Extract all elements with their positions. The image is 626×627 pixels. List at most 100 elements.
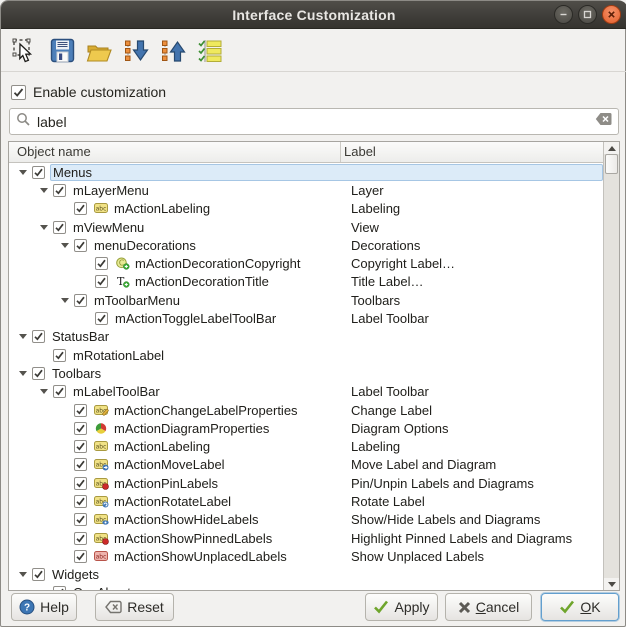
column-header-object-name[interactable]: Object name: [9, 142, 341, 162]
maximize-button[interactable]: [578, 5, 597, 24]
scrollbar-handle[interactable]: [605, 154, 618, 174]
object-name-cell[interactable]: abcmActionShowUnplacedLabels: [92, 548, 291, 565]
tree-row-mActionShowPinnedLabels[interactable]: abcmActionShowPinnedLabelsHighlight Pinn…: [9, 529, 603, 547]
object-name-cell[interactable]: abcmActionShowHideLabels: [92, 511, 263, 528]
tree-row-mActionShowUnplacedLabels[interactable]: abcmActionShowUnplacedLabelsShow Unplace…: [9, 547, 603, 565]
collapse-all-icon[interactable]: [158, 36, 188, 66]
row-checkbox[interactable]: [53, 221, 66, 234]
expander-icon[interactable]: [19, 334, 32, 339]
close-button[interactable]: [602, 5, 621, 24]
tree-row-mActionDecorationCopyright[interactable]: CmActionDecorationCopyrightCopyright Lab…: [9, 254, 603, 272]
help-button[interactable]: ? Help: [11, 593, 77, 621]
row-checkbox[interactable]: [74, 202, 87, 215]
row-checkbox[interactable]: [53, 586, 66, 590]
ok-button[interactable]: OK: [541, 593, 619, 621]
tree-row-mToolbarMenu[interactable]: mToolbarMenuToolbars: [9, 291, 603, 309]
save-icon[interactable]: [47, 36, 77, 66]
vertical-scrollbar[interactable]: [603, 142, 619, 590]
row-checkbox[interactable]: [74, 404, 87, 417]
tree-row-mActionRotateLabel[interactable]: abcmActionRotateLabelRotate Label: [9, 492, 603, 510]
clear-search-icon[interactable]: [595, 112, 612, 131]
row-checkbox[interactable]: [95, 257, 108, 270]
expander-icon[interactable]: [61, 298, 74, 303]
object-name-cell[interactable]: mRotationLabel: [71, 347, 168, 364]
row-checkbox[interactable]: [32, 568, 45, 581]
object-name-cell[interactable]: abcmActionLabeling: [92, 200, 214, 217]
object-name-cell[interactable]: mActionToggleLabelToolBar: [113, 310, 280, 327]
tree-row-mActionMoveLabel[interactable]: abcmActionMoveLabelMove Label and Diagra…: [9, 456, 603, 474]
expander-icon[interactable]: [61, 243, 74, 248]
expander-icon[interactable]: [40, 389, 53, 394]
tree-row-mActionChangeLabelProperties[interactable]: abcmActionChangeLabelPropertiesChange La…: [9, 401, 603, 419]
object-name-cell[interactable]: Toolbars: [50, 365, 105, 382]
expander-icon[interactable]: [19, 572, 32, 577]
object-name-cell[interactable]: StatusBar: [50, 328, 113, 345]
object-name-cell[interactable]: mLayerMenu: [71, 182, 153, 199]
tree-row-mActionShowHideLabels[interactable]: abcmActionShowHideLabelsShow/Hide Labels…: [9, 511, 603, 529]
title-bar[interactable]: Interface Customization: [1, 1, 626, 29]
object-name-cell[interactable]: TmActionDecorationTitle: [113, 273, 273, 290]
expand-all-icon[interactable]: [121, 36, 151, 66]
scroll-down-arrow[interactable]: [604, 578, 619, 590]
object-name-cell[interactable]: mViewMenu: [71, 219, 148, 236]
row-checkbox[interactable]: [74, 550, 87, 563]
object-name-cell[interactable]: QgsAbout: [71, 584, 135, 590]
row-checkbox[interactable]: [74, 440, 87, 453]
expander-icon[interactable]: [19, 170, 32, 175]
object-name-cell[interactable]: CmActionDecorationCopyright: [113, 255, 304, 272]
reset-button[interactable]: Reset: [95, 593, 174, 621]
tree-row-mActionDecorationTitle[interactable]: TmActionDecorationTitleTitle Label…: [9, 273, 603, 291]
tree-row-Toolbars[interactable]: Toolbars: [9, 364, 603, 382]
object-name-cell[interactable]: Widgets: [50, 566, 103, 583]
scrollbar-trough[interactable]: [604, 174, 619, 578]
object-name-cell[interactable]: abcmActionLabeling: [92, 438, 214, 455]
expander-icon[interactable]: [19, 371, 32, 376]
tree-row-StatusBar[interactable]: StatusBar: [9, 328, 603, 346]
row-checkbox[interactable]: [53, 349, 66, 362]
object-name-cell[interactable]: abcmActionMoveLabel: [92, 456, 229, 473]
cancel-button[interactable]: Cancel: [445, 593, 532, 621]
row-checkbox[interactable]: [74, 477, 87, 490]
row-checkbox[interactable]: [32, 166, 45, 179]
tree-row-mLayerMenu[interactable]: mLayerMenuLayer: [9, 181, 603, 199]
row-checkbox[interactable]: [32, 367, 45, 380]
scroll-up-arrow[interactable]: [604, 142, 619, 154]
open-folder-icon[interactable]: [84, 36, 114, 66]
object-name-cell[interactable]: abcmActionShowPinnedLabels: [92, 530, 276, 547]
tree-row-mActionDiagramProperties[interactable]: mActionDiagramPropertiesDiagram Options: [9, 419, 603, 437]
enable-customization-checkbox[interactable]: [11, 85, 26, 100]
tree-row-mViewMenu[interactable]: mViewMenuView: [9, 218, 603, 236]
row-checkbox[interactable]: [74, 495, 87, 508]
tree-row-mActionLabeling[interactable]: abcmActionLabelingLabeling: [9, 437, 603, 455]
row-checkbox[interactable]: [32, 330, 45, 343]
row-checkbox[interactable]: [53, 385, 66, 398]
tree-row-mActionPinLabels[interactable]: abcmActionPinLabelsPin/Unpin Labels and …: [9, 474, 603, 492]
row-checkbox[interactable]: [53, 184, 66, 197]
tree-row-mLabelToolBar[interactable]: mLabelToolBarLabel Toolbar: [9, 383, 603, 401]
row-checkbox[interactable]: [74, 458, 87, 471]
apply-button[interactable]: Apply: [365, 593, 438, 621]
object-name-cell[interactable]: menuDecorations: [92, 237, 200, 254]
tree-row-Widgets[interactable]: Widgets: [9, 566, 603, 584]
object-name-cell[interactable]: Menus: [50, 164, 603, 181]
row-checkbox[interactable]: [74, 239, 87, 252]
object-name-cell[interactable]: mToolbarMenu: [92, 292, 184, 309]
tree-row-menuDecorations[interactable]: menuDecorationsDecorations: [9, 236, 603, 254]
object-name-cell[interactable]: abcmActionPinLabels: [92, 475, 222, 492]
row-checkbox[interactable]: [74, 422, 87, 435]
object-name-cell[interactable]: mActionDiagramProperties: [92, 420, 273, 437]
row-checkbox[interactable]: [95, 312, 108, 325]
object-name-cell[interactable]: abcmActionRotateLabel: [92, 493, 235, 510]
catch-widgets-icon[interactable]: [10, 36, 40, 66]
object-name-cell[interactable]: mLabelToolBar: [71, 383, 164, 400]
row-checkbox[interactable]: [95, 275, 108, 288]
search-input[interactable]: [37, 114, 589, 130]
tree-row-QgsAbout[interactable]: QgsAbout: [9, 584, 603, 590]
select-all-icon[interactable]: [195, 36, 225, 66]
expander-icon[interactable]: [40, 188, 53, 193]
tree-row-mActionLabeling[interactable]: abcmActionLabelingLabeling: [9, 200, 603, 218]
row-checkbox[interactable]: [74, 513, 87, 526]
column-header-label[interactable]: Label: [341, 142, 603, 162]
tree-row-mRotationLabel[interactable]: mRotationLabel: [9, 346, 603, 364]
row-checkbox[interactable]: [74, 532, 87, 545]
